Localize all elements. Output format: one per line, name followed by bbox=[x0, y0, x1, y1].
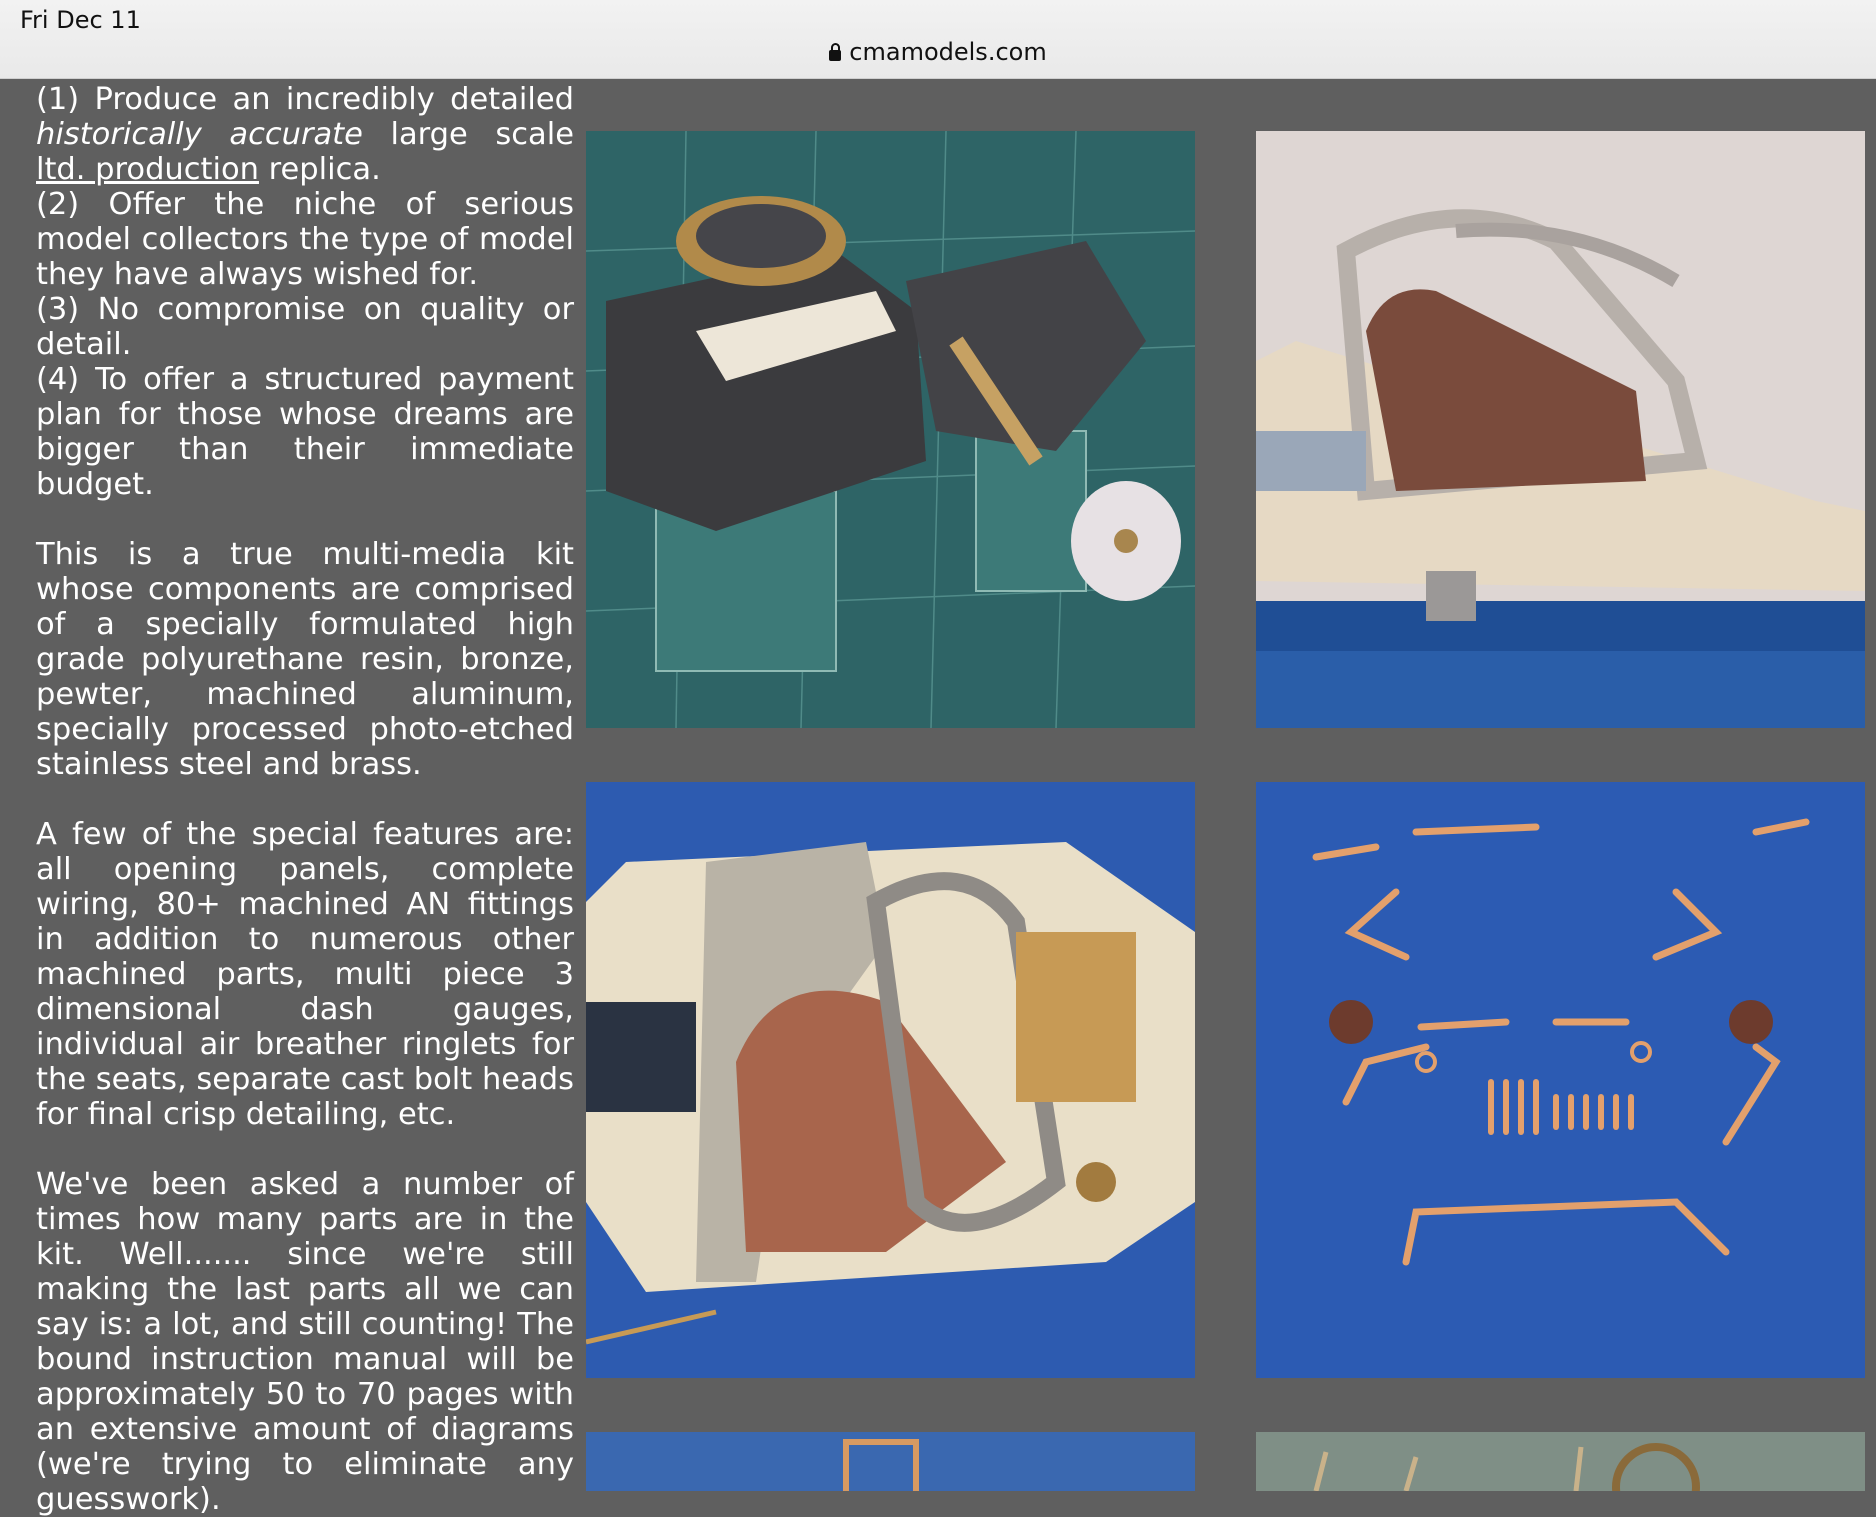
goal-1: (1) Produce an incredibly detailed histo… bbox=[36, 82, 574, 187]
tools-photo-partial[interactable] bbox=[1256, 1432, 1865, 1491]
materials-paragraph: This is a true multi-media kit whose com… bbox=[36, 537, 574, 782]
parts-photo[interactable] bbox=[1256, 782, 1865, 1378]
chassis-photo[interactable] bbox=[1256, 131, 1865, 728]
goal-1-italic: historically accurate bbox=[36, 117, 363, 152]
engine-photo[interactable] bbox=[586, 131, 1195, 728]
article-text: (1) Produce an incredibly detailed histo… bbox=[36, 82, 574, 1517]
address-bar[interactable]: cmamodels.com bbox=[0, 38, 1876, 66]
address-url: cmamodels.com bbox=[849, 38, 1047, 66]
tools-photo-bg bbox=[1256, 1432, 1865, 1491]
status-date: Fri Dec 11 bbox=[20, 6, 141, 34]
parts-count-paragraph: We've been asked a number of times how m… bbox=[36, 1167, 574, 1517]
cockpit-photo[interactable] bbox=[586, 782, 1195, 1378]
goal-1-underline: ltd. production bbox=[36, 152, 259, 187]
goal-1-text-b: large scale bbox=[362, 117, 575, 152]
frame-photo-partial[interactable] bbox=[586, 1432, 1195, 1491]
browser-status-bar: Fri Dec 11 cmamodels.com bbox=[0, 0, 1876, 79]
goal-1-text-c: replica. bbox=[258, 152, 381, 187]
lock-icon bbox=[829, 43, 842, 61]
goal-1-text-a: (1) Produce an incredibly detailed bbox=[36, 82, 574, 117]
parts-photo-bg bbox=[1256, 782, 1865, 1378]
goal-3: (3) No compromise on quality or detail. bbox=[36, 292, 574, 362]
goal-4: (4) To offer a structured payment plan f… bbox=[36, 362, 574, 502]
features-paragraph: A few of the special features are: all o… bbox=[36, 817, 574, 1132]
goal-2: (2) Offer the niche of serious model col… bbox=[36, 187, 574, 292]
